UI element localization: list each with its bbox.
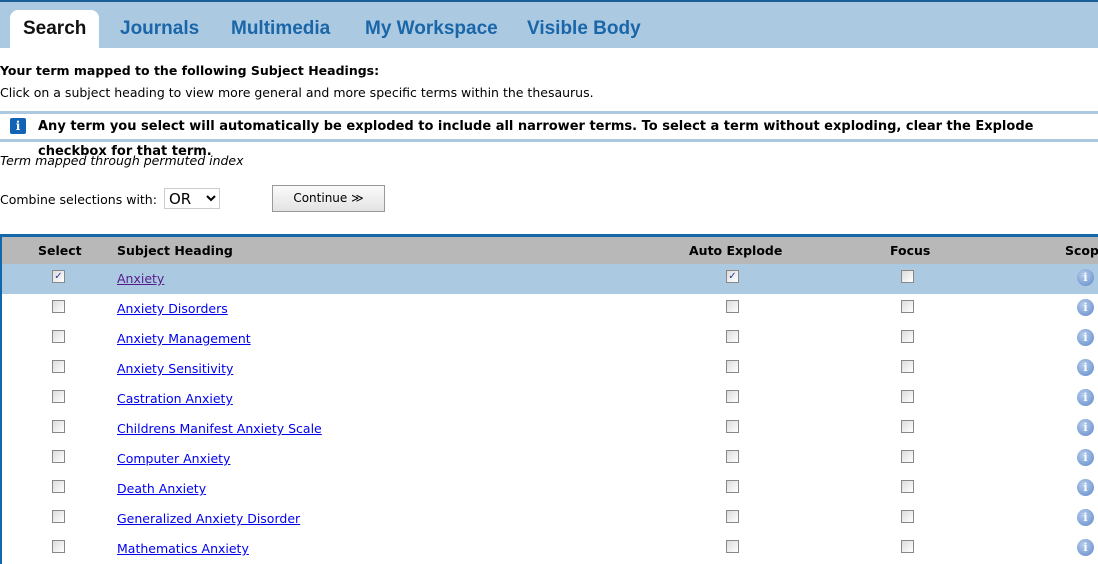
table-row: Generalized Anxiety Disorder i bbox=[2, 504, 1098, 534]
subject-heading-link[interactable]: Childrens Manifest Anxiety Scale bbox=[117, 421, 322, 436]
scope-info-icon[interactable]: i bbox=[1077, 479, 1094, 496]
auto-explode-checkbox[interactable] bbox=[726, 360, 739, 373]
combine-select[interactable]: OR bbox=[164, 188, 220, 209]
table-row: Mathematics Anxiety i bbox=[2, 534, 1098, 564]
subject-heading-link[interactable]: Generalized Anxiety Disorder bbox=[117, 511, 300, 526]
focus-checkbox[interactable] bbox=[901, 360, 914, 373]
select-checkbox[interactable] bbox=[52, 420, 65, 433]
scope-info-icon[interactable]: i bbox=[1077, 329, 1094, 346]
table-row: Death Anxiety i bbox=[2, 474, 1098, 504]
tab-journals[interactable]: Journals bbox=[120, 10, 199, 50]
header-select: Select bbox=[38, 243, 82, 258]
tab-visible-body[interactable]: Visible Body bbox=[527, 10, 641, 50]
scope-info-icon[interactable]: i bbox=[1077, 509, 1094, 526]
focus-checkbox[interactable] bbox=[901, 300, 914, 313]
info-icon: i bbox=[10, 118, 26, 134]
auto-explode-checkbox[interactable] bbox=[726, 540, 739, 553]
subject-heading-link[interactable]: Castration Anxiety bbox=[117, 391, 233, 406]
focus-checkbox[interactable] bbox=[901, 390, 914, 403]
select-checkbox[interactable] bbox=[52, 360, 65, 373]
tab-search[interactable]: Search bbox=[10, 10, 100, 50]
tab-my-workspace[interactable]: My Workspace bbox=[365, 10, 498, 50]
header-focus: Focus bbox=[890, 243, 931, 258]
select-checkbox[interactable] bbox=[52, 300, 65, 313]
combine-label: Combine selections with: bbox=[0, 192, 157, 207]
subject-headings-table: Select Subject Heading Auto Explode Focu… bbox=[0, 234, 1098, 564]
subject-heading-link[interactable]: Anxiety bbox=[117, 271, 164, 286]
select-checkbox[interactable] bbox=[52, 540, 65, 553]
focus-checkbox[interactable] bbox=[901, 330, 914, 343]
table-row: Childrens Manifest Anxiety Scale i bbox=[2, 414, 1098, 444]
select-checkbox[interactable] bbox=[52, 330, 65, 343]
scope-info-icon[interactable]: i bbox=[1077, 539, 1094, 556]
focus-checkbox[interactable] bbox=[901, 450, 914, 463]
subject-heading-link[interactable]: Anxiety Sensitivity bbox=[117, 361, 233, 376]
tab-bar: Search Journals Multimedia My Workspace … bbox=[0, 0, 1098, 50]
scope-info-icon[interactable]: i bbox=[1077, 269, 1094, 286]
auto-explode-checkbox[interactable] bbox=[726, 330, 739, 343]
subject-heading-link[interactable]: Anxiety Disorders bbox=[117, 301, 228, 316]
header-auto-explode: Auto Explode bbox=[689, 243, 783, 258]
auto-explode-checkbox[interactable]: ✓ bbox=[726, 270, 739, 283]
table-header: Select Subject Heading Auto Explode Focu… bbox=[2, 237, 1098, 264]
explode-notice: i Any term you select will automatically… bbox=[0, 111, 1098, 159]
auto-explode-checkbox[interactable] bbox=[726, 510, 739, 523]
auto-explode-checkbox[interactable] bbox=[726, 480, 739, 493]
auto-explode-checkbox[interactable] bbox=[726, 390, 739, 403]
table-row: Anxiety Sensitivity i bbox=[2, 354, 1098, 384]
subject-heading-link[interactable]: Computer Anxiety bbox=[117, 451, 230, 466]
auto-explode-checkbox[interactable] bbox=[726, 450, 739, 463]
select-checkbox[interactable] bbox=[52, 480, 65, 493]
auto-explode-checkbox[interactable] bbox=[726, 420, 739, 433]
header-scope: Scope bbox=[1065, 243, 1098, 258]
table-row: Castration Anxiety i bbox=[2, 384, 1098, 414]
mapping-subtitle: Click on a subject heading to view more … bbox=[0, 85, 594, 100]
select-checkbox[interactable] bbox=[52, 510, 65, 523]
select-checkbox[interactable]: ✓ bbox=[52, 270, 65, 283]
focus-checkbox[interactable] bbox=[901, 270, 914, 283]
tab-multimedia[interactable]: Multimedia bbox=[231, 10, 330, 50]
continue-button[interactable]: Continue ≫ bbox=[272, 185, 385, 212]
table-row: Anxiety Disorders i bbox=[2, 294, 1098, 324]
focus-checkbox[interactable] bbox=[901, 420, 914, 433]
subject-heading-link[interactable]: Anxiety Management bbox=[117, 331, 251, 346]
select-checkbox[interactable] bbox=[52, 450, 65, 463]
table-row: Anxiety Management i bbox=[2, 324, 1098, 354]
auto-explode-checkbox[interactable] bbox=[726, 300, 739, 313]
focus-checkbox[interactable] bbox=[901, 480, 914, 493]
table-row: ✓ Anxiety ✓ i bbox=[2, 264, 1098, 294]
scope-info-icon[interactable]: i bbox=[1077, 449, 1094, 466]
table-row: Computer Anxiety i bbox=[2, 444, 1098, 474]
header-subject-heading: Subject Heading bbox=[117, 243, 233, 258]
mapped-note: Term mapped through permuted index bbox=[0, 153, 244, 168]
scope-info-icon[interactable]: i bbox=[1077, 299, 1094, 316]
scope-info-icon[interactable]: i bbox=[1077, 419, 1094, 436]
focus-checkbox[interactable] bbox=[901, 510, 914, 523]
subject-heading-link[interactable]: Mathematics Anxiety bbox=[117, 541, 249, 556]
select-checkbox[interactable] bbox=[52, 390, 65, 403]
mapping-title: Your term mapped to the following Subjec… bbox=[0, 63, 380, 78]
subject-heading-link[interactable]: Death Anxiety bbox=[117, 481, 206, 496]
focus-checkbox[interactable] bbox=[901, 540, 914, 553]
scope-info-icon[interactable]: i bbox=[1077, 389, 1094, 406]
scope-info-icon[interactable]: i bbox=[1077, 359, 1094, 376]
